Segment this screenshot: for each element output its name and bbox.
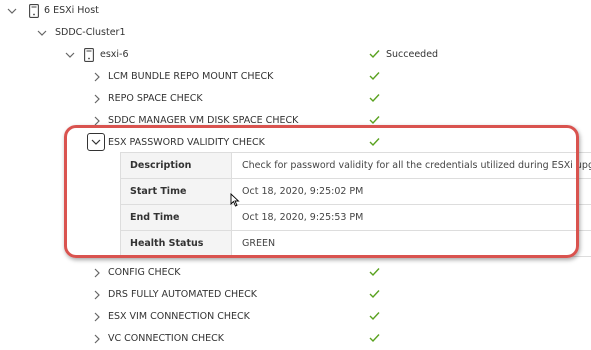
detail-label: Start Time [120,179,232,204]
tree-row-host[interactable]: esxi-6 Succeeded [0,44,591,66]
check-icon [369,289,380,299]
chevron-down-icon [91,139,101,145]
tree-label-host: esxi-6 [100,49,129,60]
check-label: VC CONNECTION CHECK [108,333,224,344]
check-label: SDDC MANAGER VM DISK SPACE CHECK [108,115,299,126]
detail-row-health-status: Health Status GREEN [120,231,591,257]
detail-label: Health Status [120,231,232,256]
detail-row-start-time: Start Time Oct 18, 2020, 9:25:02 PM [120,179,591,205]
host-status-text: Succeeded [386,49,439,60]
chevron-right-icon[interactable] [91,93,103,105]
check-label: DRS FULLY AUTOMATED CHECK [108,289,258,300]
chevron-right-icon[interactable] [91,71,103,83]
chevron-right-icon[interactable] [91,267,103,279]
check-icon [369,267,380,277]
chevron-down-icon[interactable] [64,49,76,61]
check-label: LCM BUNDLE REPO MOUNT CHECK [108,71,274,82]
check-row[interactable]: DRS FULLY AUTOMATED CHECK [0,284,591,306]
check-icon [369,137,380,147]
detail-value: GREEN [242,238,276,249]
host-icon [84,48,94,62]
chevron-down-icon[interactable] [6,5,18,17]
chevron-right-icon[interactable] [91,333,103,345]
tree-row-host-group[interactable]: 6 ESXi Host [0,0,591,22]
chevron-right-icon[interactable] [91,289,103,301]
check-icon [369,311,380,321]
chevron-right-icon[interactable] [91,115,103,127]
check-icon [369,71,380,81]
detail-row-description: Description Check for password validity … [120,153,591,179]
tree-row-cluster[interactable]: SDDC-Cluster1 [0,22,591,44]
detail-value: Oct 18, 2020, 9:25:02 PM [242,186,364,197]
expand-toggle-button[interactable] [87,133,105,151]
check-label: ESX PASSWORD VALIDITY CHECK [108,137,265,148]
check-row[interactable]: CONFIG CHECK [0,262,591,284]
check-label: REPO SPACE CHECK [108,93,203,104]
tree-label-cluster: SDDC-Cluster1 [55,27,126,38]
tree-label-host-group: 6 ESXi Host [44,5,99,16]
check-label: ESX VIM CONNECTION CHECK [108,311,250,322]
check-row[interactable]: VC CONNECTION CHECK [0,328,591,350]
check-icon [369,49,380,59]
check-icon [369,333,380,343]
detail-value: Oct 18, 2020, 9:25:53 PM [242,212,364,223]
detail-label: End Time [120,205,232,230]
check-icon [369,115,380,125]
check-row[interactable]: ESX VIM CONNECTION CHECK [0,306,591,328]
host-icon [29,4,39,18]
detail-row-end-time: End Time Oct 18, 2020, 9:25:53 PM [120,205,591,231]
check-row[interactable]: LCM BUNDLE REPO MOUNT CHECK [0,66,591,88]
mouse-cursor-icon [230,193,240,207]
detail-label: Description [120,153,232,178]
check-row[interactable]: REPO SPACE CHECK [0,88,591,110]
check-detail-table: Description Check for password validity … [120,152,591,257]
check-label: CONFIG CHECK [108,267,181,278]
check-row[interactable]: SDDC MANAGER VM DISK SPACE CHECK [0,110,591,132]
chevron-down-icon[interactable] [36,27,48,39]
chevron-right-icon[interactable] [91,311,103,323]
detail-value: Check for password validity for all the … [242,160,591,171]
check-icon [369,93,380,103]
